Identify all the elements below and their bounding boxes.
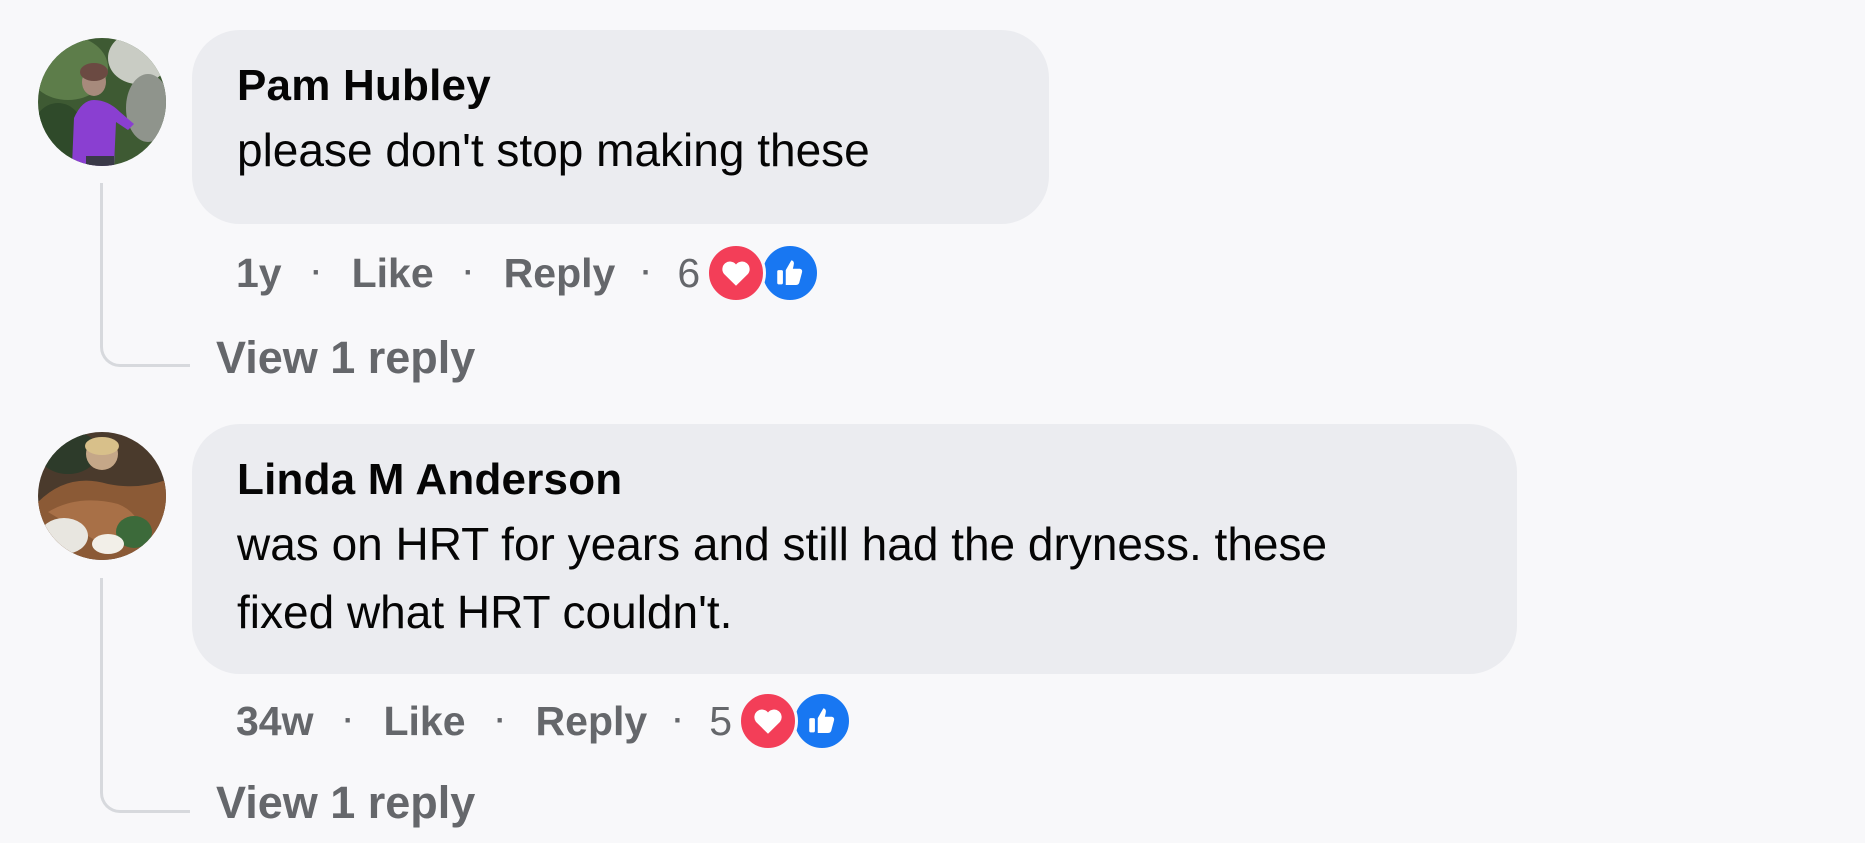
avatar-photo-pam-hubley <box>38 38 166 166</box>
comment-bubble: Linda M Anderson was on HRT for years an… <box>192 424 1517 674</box>
comment-timestamp[interactable]: 34w <box>236 698 314 745</box>
love-icon[interactable] <box>706 243 767 303</box>
reply-thread-connector <box>100 578 190 813</box>
view-replies-link[interactable]: View 1 reply <box>216 773 475 833</box>
comment-author[interactable]: Linda M Anderson <box>237 450 1473 510</box>
reply-button[interactable]: Reply <box>504 250 616 297</box>
comment-author[interactable]: Pam Hubley <box>237 56 1005 116</box>
separator-dot: · <box>495 704 506 737</box>
comment-timestamp[interactable]: 1y <box>236 250 282 297</box>
comment-actions: 1y · Like · Reply · 6 <box>236 238 821 308</box>
reply-thread-connector <box>100 183 190 367</box>
reaction-count[interactable]: 5 <box>709 698 732 745</box>
separator-dot: · <box>463 256 474 289</box>
reaction-count[interactable]: 6 <box>677 250 700 297</box>
comment-bubble: Pam Hubley please don't stop making thes… <box>192 30 1049 224</box>
separator-dot: · <box>343 704 354 737</box>
comment-thread: Pam Hubley please don't stop making thes… <box>0 0 1865 843</box>
like-button[interactable]: Like <box>384 698 466 745</box>
comment-text-line: was on HRT for years and still had the d… <box>237 518 1328 570</box>
avatar-photo-linda-m-anderson <box>38 432 166 560</box>
separator-dot: · <box>311 256 322 289</box>
avatar[interactable] <box>38 432 166 560</box>
view-replies-link[interactable]: View 1 reply <box>216 328 475 388</box>
avatar[interactable] <box>38 38 166 166</box>
separator-dot: · <box>641 256 652 289</box>
like-button[interactable]: Like <box>352 250 434 297</box>
reply-button[interactable]: Reply <box>536 698 648 745</box>
like-icon[interactable] <box>760 243 821 303</box>
comment-text-line: fixed what HRT couldn't. <box>237 586 733 638</box>
like-icon[interactable] <box>792 691 853 751</box>
comment-text: please don't stop making these <box>237 124 870 176</box>
love-icon[interactable] <box>738 691 799 751</box>
comment-actions: 34w · Like · Reply · 5 <box>236 686 853 756</box>
separator-dot: · <box>673 704 684 737</box>
